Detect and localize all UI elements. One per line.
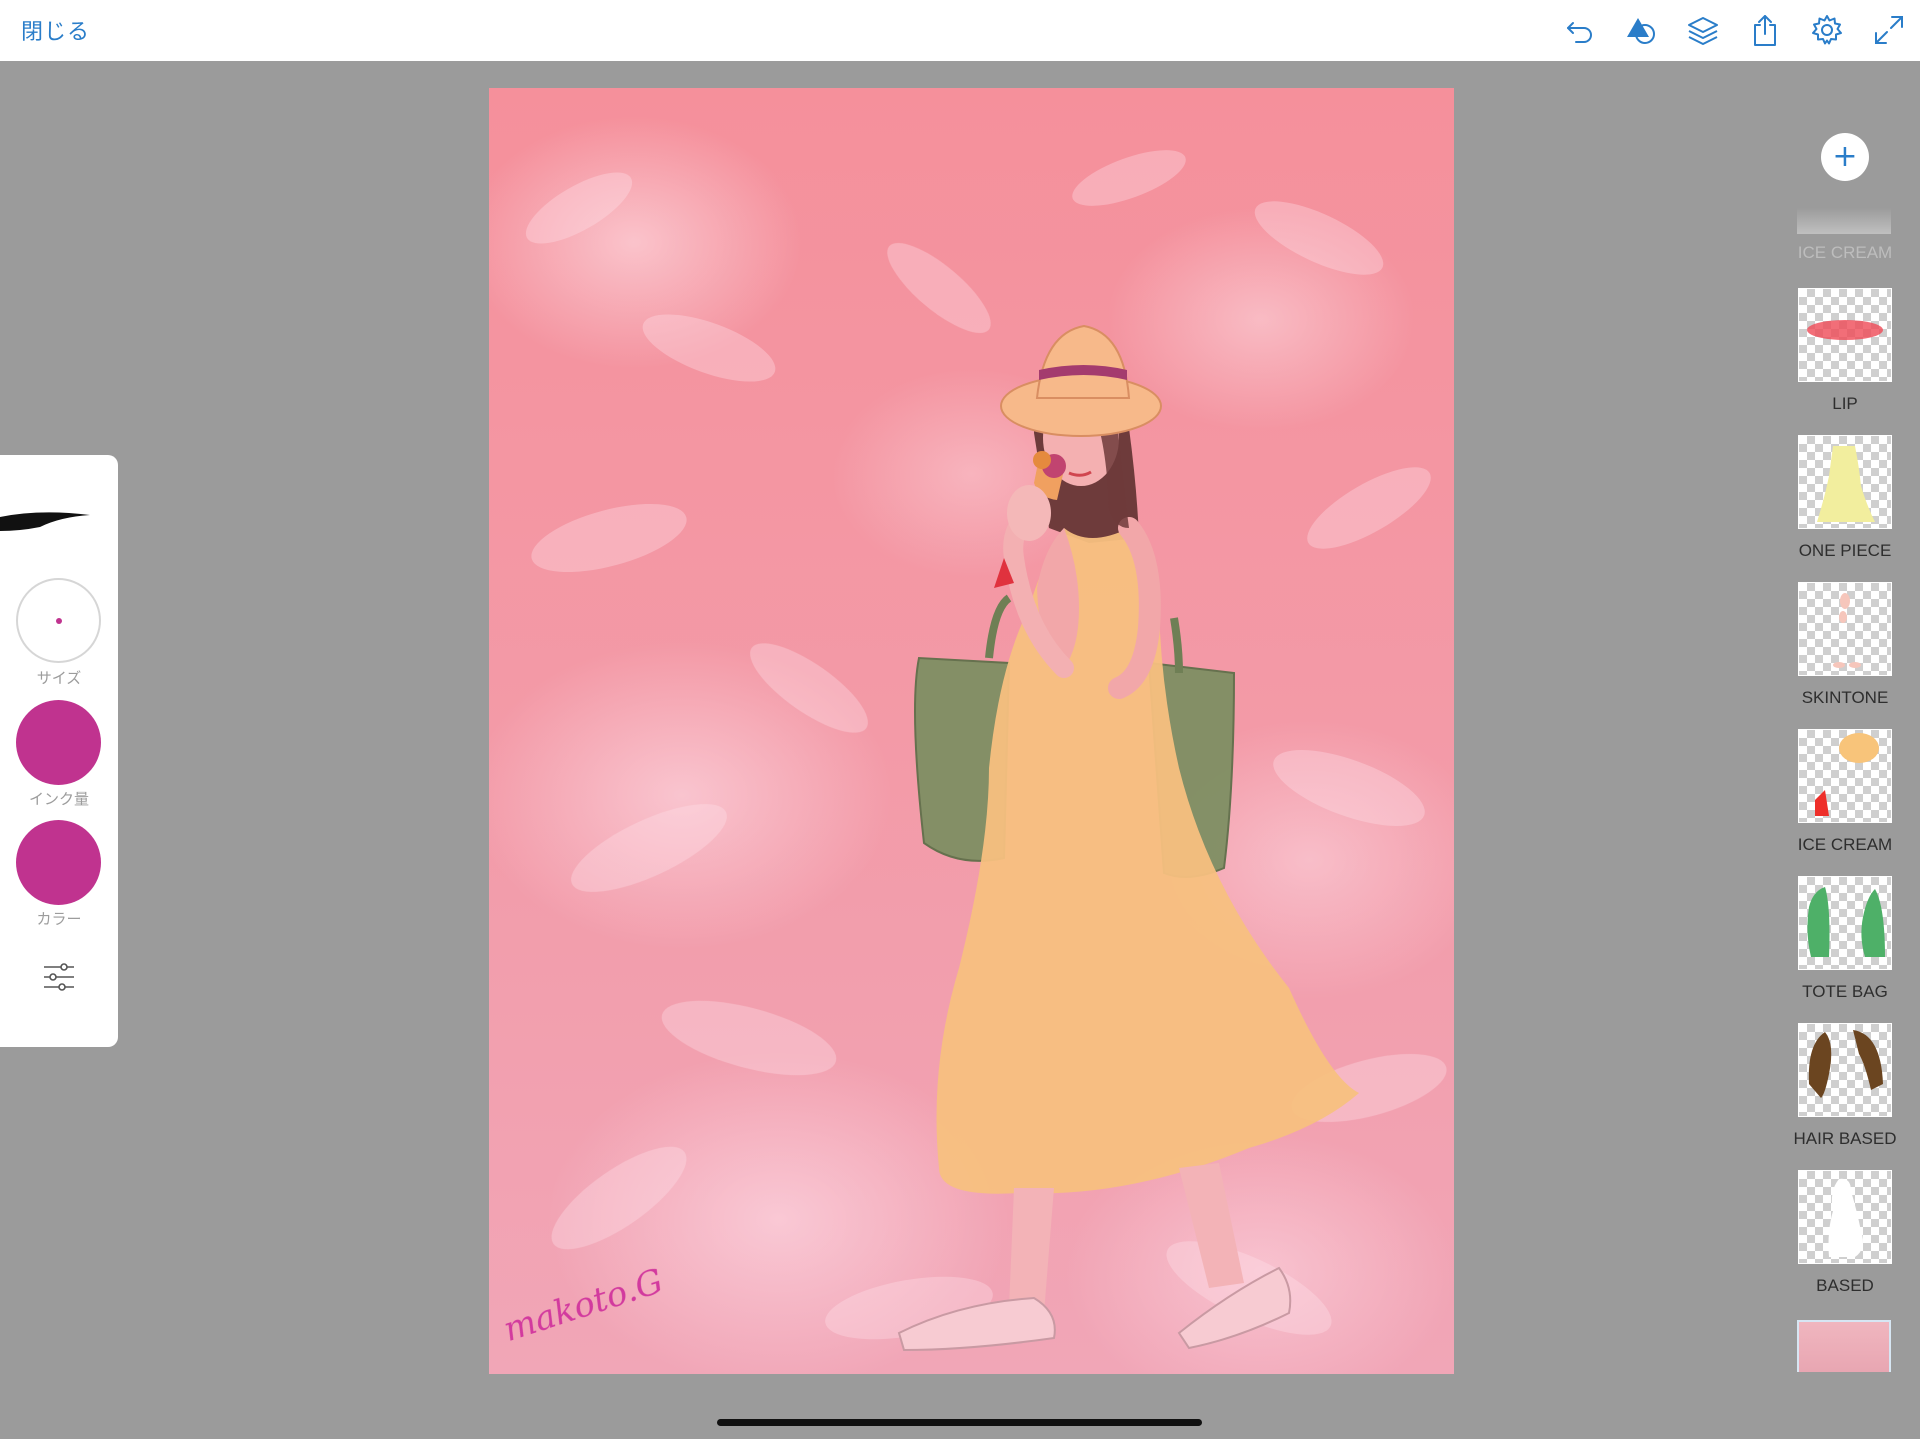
layer-ice-cream[interactable]: ICE CREAM <box>1790 729 1900 855</box>
top-toolbar: 閉じる <box>0 0 1920 61</box>
undo-icon[interactable] <box>1563 13 1597 47</box>
layer-lip[interactable]: LIP <box>1790 288 1900 414</box>
layer-tote-bag[interactable]: TOTE BAG <box>1790 876 1900 1002</box>
layer-thumbnail-partial[interactable] <box>1797 208 1891 234</box>
color-picker[interactable] <box>16 820 101 905</box>
shapes-icon[interactable] <box>1624 13 1658 47</box>
layer-thumbnail <box>1798 288 1892 382</box>
layer-skintone[interactable]: SKINTONE <box>1790 582 1900 708</box>
layer-hair-based[interactable]: HAIR BASED <box>1790 1023 1900 1149</box>
share-icon[interactable] <box>1748 13 1782 47</box>
close-button[interactable]: 閉じる <box>21 14 90 46</box>
size-control[interactable] <box>16 578 101 663</box>
add-layer-button[interactable]: + <box>1821 133 1869 181</box>
layer-thumbnail <box>1798 1023 1892 1117</box>
layer-thumbnail <box>1798 729 1892 823</box>
drawing-canvas[interactable]: makoto.G <box>489 88 1454 1374</box>
ink-amount-control[interactable] <box>16 700 101 785</box>
layer-label: ICE CREAM <box>1797 835 1893 854</box>
layer-label: TOTE BAG <box>1802 982 1888 1001</box>
home-indicator <box>717 1419 1202 1426</box>
layer-label: SKINTONE <box>1801 688 1889 707</box>
illustration-artwork <box>525 150 1447 1352</box>
brush-stroke-preview[interactable] <box>0 505 92 535</box>
brush-panel: サイズ インク量 カラー <box>0 455 118 1047</box>
layer-thumbnail-background[interactable] <box>1797 1320 1891 1372</box>
layer-based[interactable]: BASED <box>1790 1170 1900 1296</box>
brush-settings-icon[interactable] <box>42 960 76 994</box>
layer-label-partial: ICE CREAM <box>1797 243 1893 262</box>
layer-thumbnail <box>1798 582 1892 676</box>
size-label: サイズ <box>36 669 82 687</box>
layer-thumbnail <box>1798 1170 1892 1264</box>
layer-label: HAIR BASED <box>1793 1129 1897 1148</box>
settings-icon[interactable] <box>1810 13 1844 47</box>
layer-thumbnail <box>1798 435 1892 529</box>
layer-one-piece[interactable]: ONE PIECE <box>1790 435 1900 561</box>
layer-label: LIP <box>1832 394 1858 413</box>
color-label: カラー <box>36 910 82 928</box>
layer-label: BASED <box>1816 1276 1874 1295</box>
layer-label: ONE PIECE <box>1798 541 1892 560</box>
layer-thumbnail <box>1798 876 1892 970</box>
ink-amount-label: インク量 <box>28 790 89 808</box>
size-indicator-dot <box>56 618 62 624</box>
fullscreen-icon[interactable] <box>1872 13 1906 47</box>
layers-icon[interactable] <box>1686 13 1720 47</box>
